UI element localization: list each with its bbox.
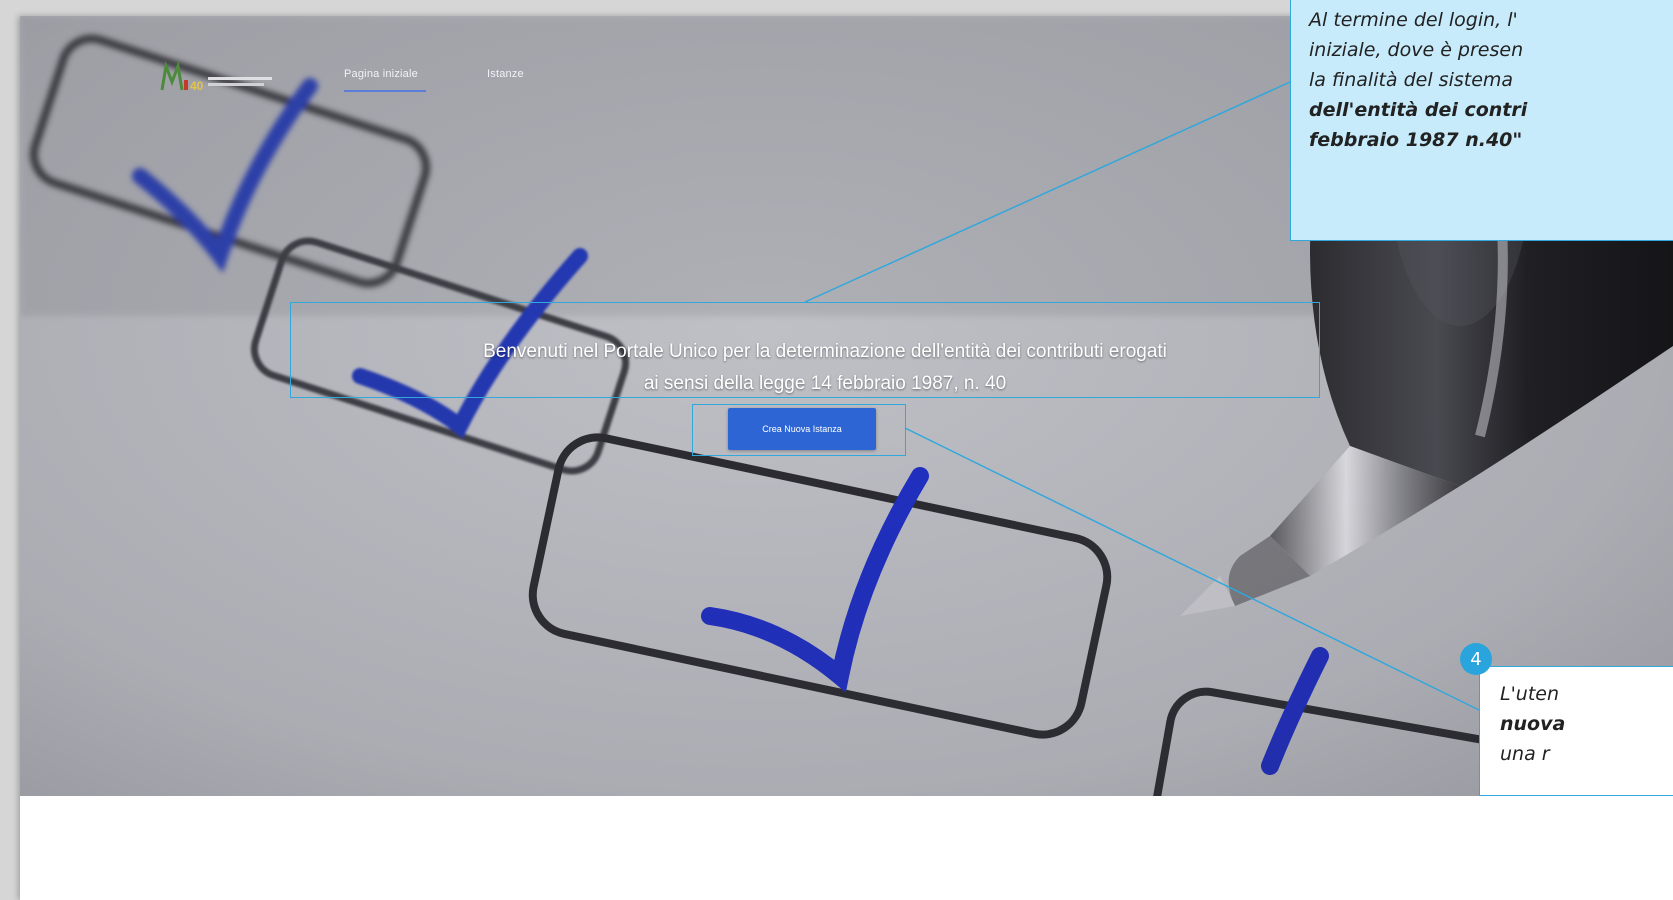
callout-1-line-4: dell'entità dei contri (1309, 99, 1528, 121)
nav-active-indicator (344, 90, 426, 92)
cta-highlight-box (692, 404, 906, 456)
welcome-highlight-box (290, 302, 1320, 398)
callout-1-line-3: la finalità del sistema (1309, 69, 1514, 91)
nav-istanze-link[interactable]: Istanze (487, 68, 524, 80)
callout-2-line-2: nuova (1500, 713, 1566, 735)
callout-2-line-1: L'uten (1500, 683, 1560, 705)
nav-home-link[interactable]: Pagina iniziale (344, 68, 418, 80)
callout-1-line-2: iniziale, dove è presen (1309, 39, 1524, 61)
callout-1-line-1: Al termine del login, l' (1309, 9, 1518, 31)
callout-1-line-5: febbraio 1987 n.40" (1309, 129, 1523, 151)
m40-logo-icon: 40 (160, 60, 272, 93)
callout-new-request-note: L'uten nuova una r (1479, 666, 1673, 796)
callout-2-line-3: una r (1500, 743, 1550, 765)
site-logo[interactable]: 40 (158, 60, 278, 96)
svg-text:40: 40 (190, 79, 204, 93)
callout-login-note: Al termine del login, l' iniziale, dove … (1290, 0, 1673, 241)
step-number-badge: 4 (1460, 643, 1492, 675)
